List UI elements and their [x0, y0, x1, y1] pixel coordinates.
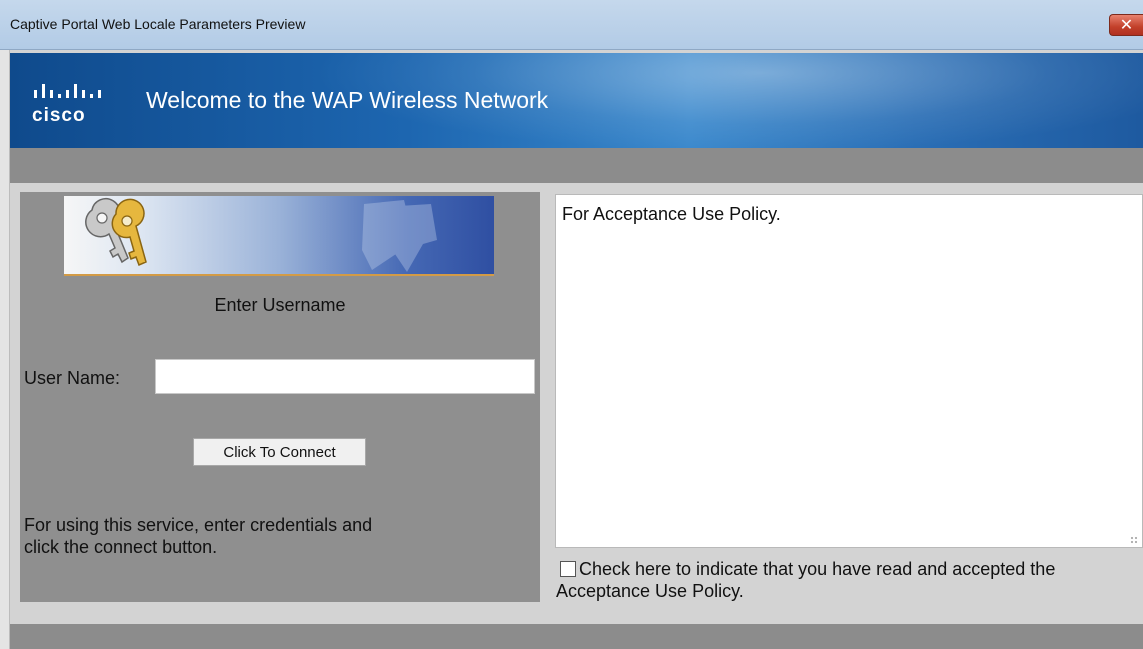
accept-policy-checkbox[interactable] [560, 561, 576, 577]
header-banner: cisco Welcome to the WAP Wireless Networ… [10, 53, 1143, 148]
keys-icon [85, 197, 437, 272]
window-titlebar: Captive Portal Web Locale Parameters Pre… [0, 0, 1143, 50]
keys-image [64, 196, 494, 276]
accept-policy-row: Check here to indicate that you have rea… [556, 558, 1116, 602]
connect-button[interactable]: Click To Connect [193, 438, 366, 466]
window-left-border [0, 50, 10, 649]
acceptance-policy-textarea[interactable]: For Acceptance Use Policy. [555, 194, 1143, 548]
resize-grip-icon[interactable] [1130, 536, 1138, 544]
close-icon[interactable]: ✕ [1109, 14, 1143, 36]
footer-bar [10, 624, 1143, 649]
cisco-logo-text: cisco [32, 105, 86, 126]
username-label: User Name: [24, 368, 121, 388]
accept-policy-label: Check here to indicate that you have rea… [556, 559, 1056, 601]
header-divider-bar [10, 148, 1143, 183]
login-instructions: For using this service, enter credential… [24, 515, 373, 557]
login-panel: Enter Username User Name: Click To Conne… [20, 192, 540, 602]
login-heading: Enter Username [214, 295, 346, 315]
window-title: Captive Portal Web Locale Parameters Pre… [10, 16, 306, 32]
username-input[interactable] [155, 359, 535, 394]
page-title: Welcome to the WAP Wireless Network [146, 87, 549, 113]
policy-text: For Acceptance Use Policy. [562, 204, 781, 224]
